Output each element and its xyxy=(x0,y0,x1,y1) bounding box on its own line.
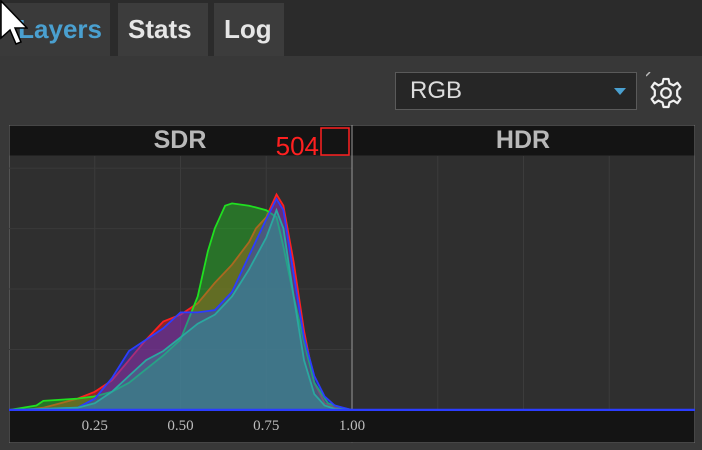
panel-label-hdr: HDR xyxy=(496,126,550,154)
peak-value-label: 504 xyxy=(276,131,319,161)
channel-select[interactable]: RGB xyxy=(395,72,637,110)
channel-select-value: RGB xyxy=(410,77,463,104)
chevron-down-icon xyxy=(614,88,626,95)
panel-label-sdr: SDR xyxy=(154,126,207,154)
tab-stats[interactable]: Stats xyxy=(118,3,208,56)
x-tick-label: 0.50 xyxy=(167,418,193,434)
tab-log[interactable]: Log xyxy=(214,3,284,56)
x-tick-label: 0.25 xyxy=(82,418,108,434)
x-tick-label: 1.00 xyxy=(339,418,365,434)
x-tick-label: 0.75 xyxy=(253,418,279,434)
tab-layers-label: Layers xyxy=(18,14,102,44)
tab-log-label: Log xyxy=(224,14,272,44)
tab-stats-label: Stats xyxy=(128,14,192,44)
mouse-pointer-icon xyxy=(0,0,28,45)
histogram-chart: SDR HDR 504 0.25 0.50 0.75 1.00 xyxy=(9,125,695,443)
tab-bar: Layers Stats Log xyxy=(0,0,702,56)
gear-icon[interactable] xyxy=(646,72,686,112)
